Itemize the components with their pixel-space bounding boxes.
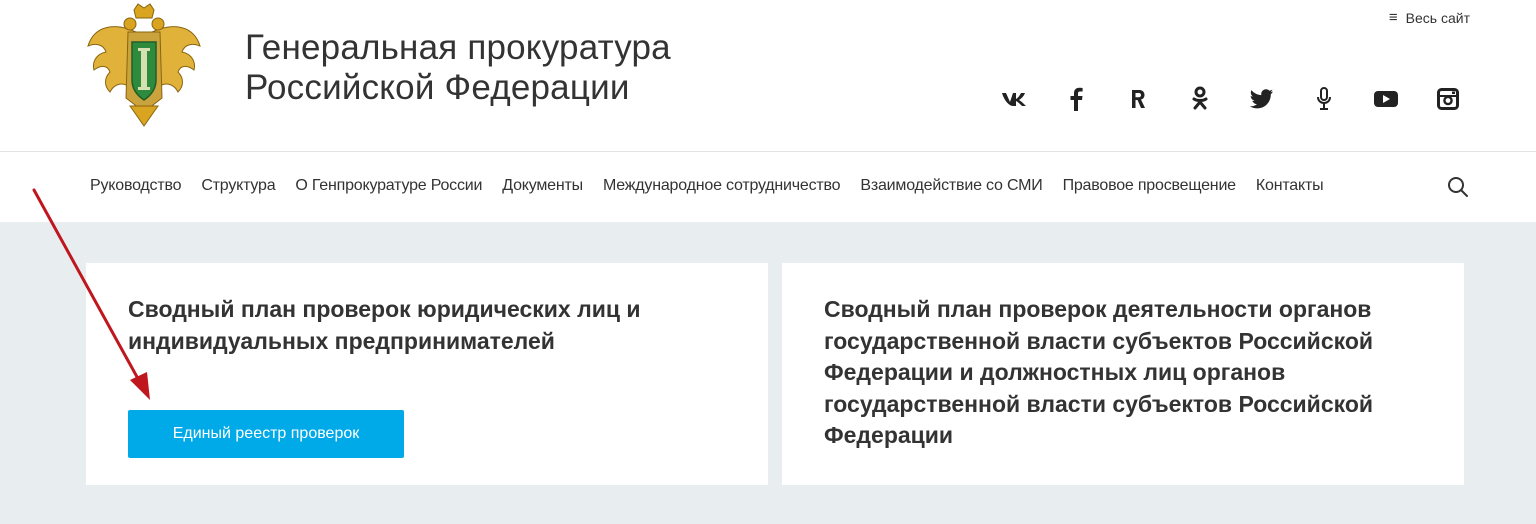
- nav-items: Руководство Структура О Генпрокуратуре Р…: [90, 177, 1343, 195]
- nav-item-about[interactable]: О Генпрокуратуре России: [295, 177, 482, 195]
- site-header: Генеральная прокуратура Российской Федер…: [0, 0, 1536, 152]
- youtube-icon[interactable]: [1372, 84, 1400, 114]
- menu-icon: ≡: [1388, 9, 1398, 26]
- coat-of-arms-logo[interactable]: [84, 2, 204, 130]
- odnoklassniki-icon[interactable]: [1186, 84, 1214, 114]
- nav-item-structure[interactable]: Структура: [201, 177, 275, 195]
- site-title-line1: Генеральная прокуратура: [245, 28, 671, 67]
- facebook-icon[interactable]: [1062, 84, 1090, 114]
- content-area: Сводный план проверок юридических лиц и …: [0, 222, 1536, 524]
- nav-item-leadership[interactable]: Руководство: [90, 177, 182, 195]
- nav-item-documents[interactable]: Документы: [502, 177, 583, 195]
- all-site-label: Весь сайт: [1405, 9, 1470, 26]
- nav-item-contacts[interactable]: Контакты: [1256, 177, 1324, 195]
- all-site-menu-link[interactable]: ≡ Весь сайт: [1389, 9, 1470, 26]
- card-title[interactable]: Сводный план проверок юридических лиц и …: [128, 294, 728, 357]
- nav-item-legal-education[interactable]: Правовое просвещение: [1063, 177, 1237, 195]
- rutube-icon[interactable]: [1124, 84, 1152, 114]
- instagram-icon[interactable]: [1434, 84, 1462, 114]
- vk-icon[interactable]: [1000, 84, 1028, 114]
- site-title[interactable]: Генеральная прокуратура Российской Федер…: [245, 28, 671, 108]
- unified-inspection-register-button[interactable]: Единый реестр проверок: [128, 410, 404, 458]
- site-title-line2: Российской Федерации: [245, 68, 630, 107]
- podcast-icon[interactable]: [1310, 84, 1338, 114]
- card-government-inspections: Сводный план проверок деятельности орган…: [782, 263, 1464, 485]
- nav-item-international[interactable]: Международное сотрудничество: [603, 177, 841, 195]
- card-business-inspections: Сводный план проверок юридических лиц и …: [86, 263, 768, 485]
- main-navigation: Руководство Структура О Генпрокуратуре Р…: [0, 152, 1536, 222]
- card-title[interactable]: Сводный план проверок деятельности орган…: [824, 294, 1444, 452]
- nav-item-media[interactable]: Взаимодействие со СМИ: [860, 177, 1042, 195]
- social-links: [1000, 84, 1462, 114]
- search-icon[interactable]: [1447, 176, 1469, 203]
- twitter-icon[interactable]: [1248, 84, 1276, 114]
